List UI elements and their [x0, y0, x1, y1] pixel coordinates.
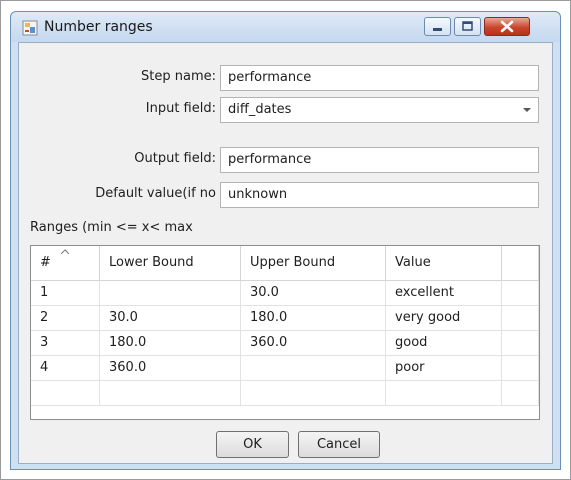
- table-row[interactable]: 4 360.0 poor: [31, 356, 539, 381]
- table-row[interactable]: [31, 381, 539, 406]
- window-title: Number ranges: [44, 19, 153, 35]
- table-cell[interactable]: 2: [31, 306, 100, 330]
- table-header: # Lower Bound Upper Bound Value: [31, 246, 539, 281]
- table-cell[interactable]: [241, 381, 386, 405]
- table-cell[interactable]: [100, 381, 241, 405]
- table-cell[interactable]: very good: [386, 306, 502, 330]
- table-cell[interactable]: 3: [31, 331, 100, 355]
- table-cell[interactable]: [31, 381, 100, 405]
- table-row[interactable]: 3 180.0 360.0 good: [31, 331, 539, 356]
- step-name-input[interactable]: performance: [220, 65, 539, 91]
- maximize-button[interactable]: [454, 17, 481, 36]
- default-value-input[interactable]: unknown: [220, 182, 539, 208]
- column-header-lower-bound[interactable]: Lower Bound: [100, 246, 241, 280]
- column-header-upper-bound[interactable]: Upper Bound: [241, 246, 386, 280]
- dialog-content: Step name: performance Input field: diff…: [18, 42, 553, 464]
- table-cell[interactable]: [502, 331, 539, 355]
- table-cell[interactable]: 180.0: [100, 331, 241, 355]
- number-ranges-dialog: Number ranges Step name: performance Inp…: [10, 11, 561, 470]
- table-cell[interactable]: 4: [31, 356, 100, 380]
- table-cell[interactable]: 360.0: [100, 356, 241, 380]
- table-cell[interactable]: [241, 356, 386, 380]
- close-button[interactable]: [484, 17, 530, 36]
- app-icon: [22, 20, 38, 36]
- column-header-label: #: [40, 255, 51, 270]
- ranges-table[interactable]: # Lower Bound Upper Bound Value 1 30.0 e…: [30, 245, 540, 420]
- table-cell[interactable]: [502, 306, 539, 330]
- table-cell[interactable]: excellent: [386, 281, 502, 305]
- column-header-extra[interactable]: [502, 246, 539, 280]
- column-header-index[interactable]: #: [31, 246, 100, 280]
- input-field-combo[interactable]: diff_dates: [220, 97, 539, 123]
- table-cell[interactable]: 180.0: [241, 306, 386, 330]
- table-cell[interactable]: 1: [31, 281, 100, 305]
- default-value-label: Default value(if no: [95, 186, 216, 201]
- table-cell[interactable]: [502, 281, 539, 305]
- cancel-button[interactable]: Cancel: [298, 431, 380, 458]
- combo-dropdown-button[interactable]: [516, 98, 538, 122]
- input-field-value: diff_dates: [228, 102, 292, 117]
- maximize-icon: [462, 21, 473, 31]
- output-field-label: Output field:: [134, 151, 216, 166]
- minimize-button[interactable]: [424, 17, 451, 36]
- column-header-value[interactable]: Value: [386, 246, 502, 280]
- table-cell[interactable]: [502, 356, 539, 380]
- table-cell[interactable]: poor: [386, 356, 502, 380]
- table-cell[interactable]: 30.0: [100, 306, 241, 330]
- ok-button[interactable]: OK: [216, 431, 289, 458]
- table-cell[interactable]: 30.0: [241, 281, 386, 305]
- table-cell[interactable]: [386, 381, 502, 405]
- table-row[interactable]: 1 30.0 excellent: [31, 281, 539, 306]
- table-cell[interactable]: good: [386, 331, 502, 355]
- close-icon: [500, 20, 514, 33]
- chevron-down-icon: [523, 108, 531, 112]
- table-cell[interactable]: [100, 281, 241, 305]
- table-cell[interactable]: [502, 381, 539, 405]
- step-name-label: Step name:: [141, 69, 216, 84]
- minimize-icon: [433, 28, 442, 31]
- ranges-label: Ranges (min <= x< max: [30, 220, 193, 235]
- title-bar[interactable]: Number ranges: [11, 12, 560, 42]
- table-row[interactable]: 2 30.0 180.0 very good: [31, 306, 539, 331]
- input-field-label: Input field:: [145, 101, 216, 116]
- sort-ascending-icon: [61, 249, 69, 254]
- output-field-input[interactable]: performance: [220, 147, 539, 173]
- table-cell[interactable]: 360.0: [241, 331, 386, 355]
